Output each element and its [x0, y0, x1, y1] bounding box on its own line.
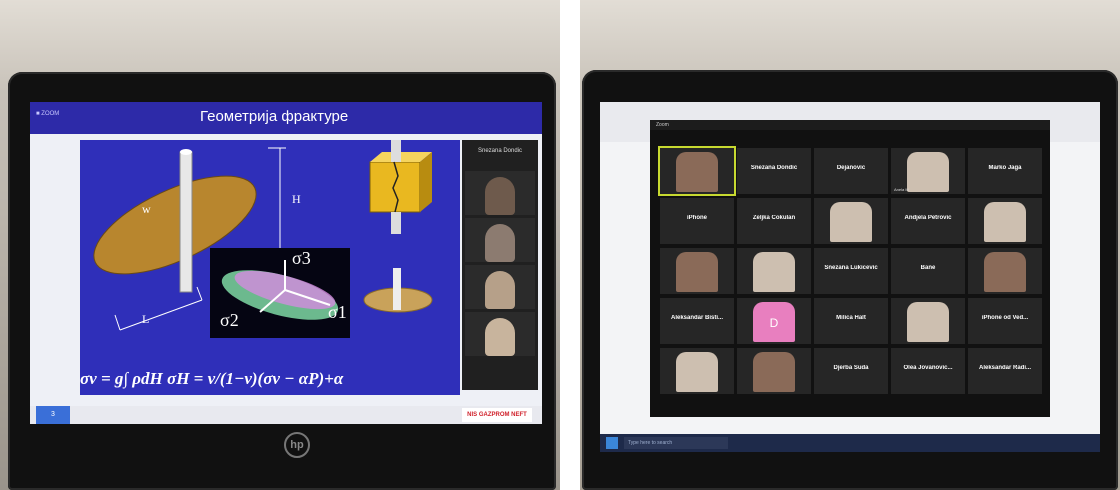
participant-tile[interactable]: Djerba Suda — [814, 348, 888, 394]
fracture-diagram — [93, 140, 433, 338]
participant-tile[interactable]: Bane — [891, 248, 965, 294]
participant-video[interactable] — [465, 171, 535, 215]
company-logo: NIS GAZPROM NEFT — [462, 408, 532, 422]
participant-name: Djerba Suda — [833, 365, 869, 371]
participant-tile[interactable] — [737, 248, 811, 294]
participant-tile[interactable]: Marko Jaga — [968, 148, 1042, 194]
presentation-screen: ■ ZOOM Геометрија фрактуре w H L σ3 σ2 σ… — [30, 102, 542, 424]
slide-content: w H L σ3 σ2 σ1 σv = g∫ ρdH σH = ν/(1−ν)(… — [80, 140, 460, 395]
participant-tile[interactable]: Dejanovic — [814, 148, 888, 194]
fracture-formula: σv = g∫ ρdH σH = ν/(1−ν)(σv − αP)+α — [80, 369, 344, 388]
participant-video — [676, 352, 718, 392]
participant-name: iPhone — [686, 215, 707, 221]
participant-name: Snezana Lukicevic — [824, 265, 878, 271]
participant-name: iPhone od Ved... — [981, 315, 1029, 321]
participant-tile[interactable]: Andjela Petrovic — [891, 198, 965, 244]
participant-tile[interactable] — [891, 298, 965, 344]
participant-video[interactable] — [465, 265, 535, 309]
sidebar-name: Snezana Dondic — [477, 148, 523, 154]
participant-tile[interactable]: Milica Halt — [814, 298, 888, 344]
label-L: L — [142, 312, 150, 326]
zoom-title: Zoom — [656, 122, 669, 128]
zoom-screen: Zoom Snezana Dondic Dejanovic Anela M Marko… — [600, 102, 1100, 452]
zoom-gallery-sidebar: Snezana Dondic — [462, 140, 538, 390]
participant-video[interactable] — [465, 312, 535, 356]
participant-tile[interactable]: Snezana Dondic — [737, 148, 811, 194]
label-sigma1: σ1 — [328, 302, 347, 322]
participant-name: Dejanovic — [836, 165, 866, 171]
participant-video[interactable] — [465, 218, 535, 262]
participant-silhouette — [485, 318, 515, 356]
slide-title: Геометрија фрактуре — [200, 108, 349, 125]
participant-tile[interactable]: Aleksandar Bisti... — [660, 298, 734, 344]
participant-tile[interactable]: iPhone — [660, 198, 734, 244]
participant-name: Bane — [920, 265, 936, 271]
slide-footer: 3 NIS GAZPROM NEFT — [30, 406, 542, 424]
hp-logo-icon: hp — [284, 432, 310, 458]
participant-tile[interactable]: Zeljka Čokulan — [737, 198, 811, 244]
participant-tile[interactable] — [968, 248, 1042, 294]
participant-tile[interactable] — [658, 146, 736, 196]
participant-name: Aleksandar Bisti... — [670, 315, 724, 321]
label-w: w — [142, 202, 151, 216]
participant-avatar: D — [753, 302, 795, 342]
slide-header: ■ ZOOM Геометрија фрактуре — [30, 102, 542, 134]
participant-tile[interactable]: Anela M — [891, 148, 965, 194]
windows-taskbar: Type here to search — [600, 434, 1100, 452]
taskbar-search[interactable]: Type here to search — [624, 437, 728, 449]
participant-tile[interactable]: iPhone od Ved... — [968, 298, 1042, 344]
participant-video — [907, 302, 949, 342]
participant-name: Olea Jovanovic... — [903, 365, 953, 371]
photo-laptop-presentation: hp ■ ZOOM Геометрија фрактуре w H L σ3 σ… — [0, 0, 560, 490]
participant-silhouette — [485, 177, 515, 215]
participant-name: Milica Halt — [836, 315, 866, 321]
participant-tile[interactable]: Olea Jovanovic... — [891, 348, 965, 394]
participant-video — [676, 152, 718, 192]
participant-tile[interactable]: Aleksandar Radi... — [968, 348, 1042, 394]
participant-video — [984, 252, 1026, 292]
participant-name: Andjela Petrovic — [904, 215, 952, 221]
participant-video — [753, 252, 795, 292]
zoom-titlebar: Zoom — [650, 120, 1050, 130]
participant-tile[interactable] — [968, 198, 1042, 244]
slide-app-label: ■ ZOOM — [36, 111, 60, 117]
zoom-window: Zoom Snezana Dondic Dejanovic Anela M Marko… — [650, 120, 1050, 417]
participant-video — [753, 352, 795, 392]
participant-tile[interactable] — [660, 348, 734, 394]
participant-name: Zeljka Čokulan — [752, 215, 796, 221]
participant-caption: Anela M — [894, 187, 909, 192]
participant-tile[interactable] — [737, 348, 811, 394]
label-sigma2: σ2 — [220, 310, 239, 330]
label-H: H — [292, 192, 301, 206]
participant-video — [984, 202, 1026, 242]
participant-tile[interactable] — [814, 198, 888, 244]
participant-video — [830, 202, 872, 242]
participant-video — [907, 152, 949, 192]
participant-tile[interactable] — [660, 248, 734, 294]
windows-start-icon[interactable] — [606, 437, 618, 449]
participant-grid: Snezana Dondic Dejanovic Anela M Marko Jaga… — [658, 146, 1042, 394]
avatar-letter: D — [769, 316, 779, 330]
participant-silhouette — [485, 224, 515, 262]
photo-laptop-zoom: Zoom Snezana Dondic Dejanovic Anela M Marko… — [580, 0, 1120, 490]
participant-silhouette — [485, 271, 515, 309]
participant-video — [676, 252, 718, 292]
participant-tile[interactable]: D — [737, 298, 811, 344]
label-sigma3: σ3 — [292, 248, 311, 268]
participant-name: Marko Jaga — [988, 165, 1022, 171]
participant-name: Aleksandar Radi... — [978, 365, 1032, 371]
participant-tile[interactable]: Snezana Lukicevic — [814, 248, 888, 294]
participant-name: Snezana Dondic — [750, 165, 798, 171]
slide-page-number: 3 — [36, 406, 70, 424]
